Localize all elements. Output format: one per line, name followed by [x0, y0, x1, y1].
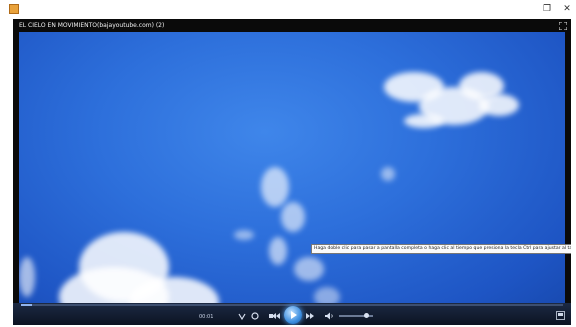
play-button[interactable] [284, 306, 302, 324]
cloud [281, 202, 305, 232]
video-area[interactable]: EL CIELO EN MOVIMIENTO(bajayoutube.com) … [13, 19, 571, 325]
cloud [261, 167, 289, 207]
restore-button[interactable]: ❐ [540, 3, 554, 16]
cloud [294, 257, 324, 281]
volume-knob[interactable] [363, 313, 369, 318]
volume-icon[interactable] [324, 311, 334, 321]
video-title: EL CIELO EN MOVIMIENTO(bajayoutube.com) … [19, 22, 165, 29]
cloud [269, 237, 287, 265]
media-player-icon [9, 4, 19, 14]
cloud [404, 114, 444, 128]
cloud [479, 94, 519, 116]
title-bar: ❐ ✕ [0, 0, 576, 19]
previous-icon[interactable] [271, 311, 281, 321]
close-button[interactable]: ✕ [560, 3, 574, 16]
shuffle-icon[interactable] [237, 311, 247, 321]
playback-controls: 00:01 [13, 303, 571, 325]
cloud [381, 167, 395, 181]
cloud [234, 230, 254, 240]
play-icon [291, 311, 297, 319]
repeat-icon[interactable] [250, 311, 260, 321]
cloud [19, 257, 35, 297]
next-icon[interactable] [305, 311, 315, 321]
volume-slider[interactable] [339, 313, 373, 318]
switch-to-library-icon[interactable] [556, 311, 565, 320]
seek-progress [21, 304, 32, 306]
video-frame[interactable] [19, 32, 565, 318]
fullscreen-icon[interactable] [559, 22, 567, 30]
time-display: 00:01 [199, 314, 214, 320]
tooltip: Haga doble clic para pasar a pantalla co… [311, 244, 571, 254]
